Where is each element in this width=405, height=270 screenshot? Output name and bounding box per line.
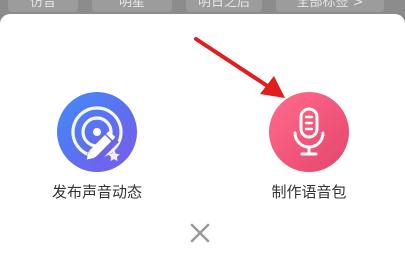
voice-post-pencil-icon	[71, 106, 123, 164]
make-voice-pack-label: 制作语音包	[271, 183, 347, 201]
close-icon	[190, 223, 210, 243]
publish-voice-post-label: 发布声音动态	[51, 183, 142, 201]
publish-voice-post-button[interactable]	[57, 92, 137, 172]
tag-chip[interactable]: 明日之后	[186, 0, 262, 12]
all-tags-link[interactable]: 全部标签 >	[276, 0, 384, 12]
background-tag-strip: 仿音 明星 明日之后 全部标签 >	[0, 0, 405, 14]
make-voice-pack-button[interactable]	[269, 92, 349, 172]
tag-chip[interactable]: 仿音	[8, 0, 78, 12]
close-button[interactable]	[188, 221, 212, 245]
tag-chip[interactable]: 明星	[92, 0, 172, 12]
microphone-icon	[293, 107, 325, 156]
